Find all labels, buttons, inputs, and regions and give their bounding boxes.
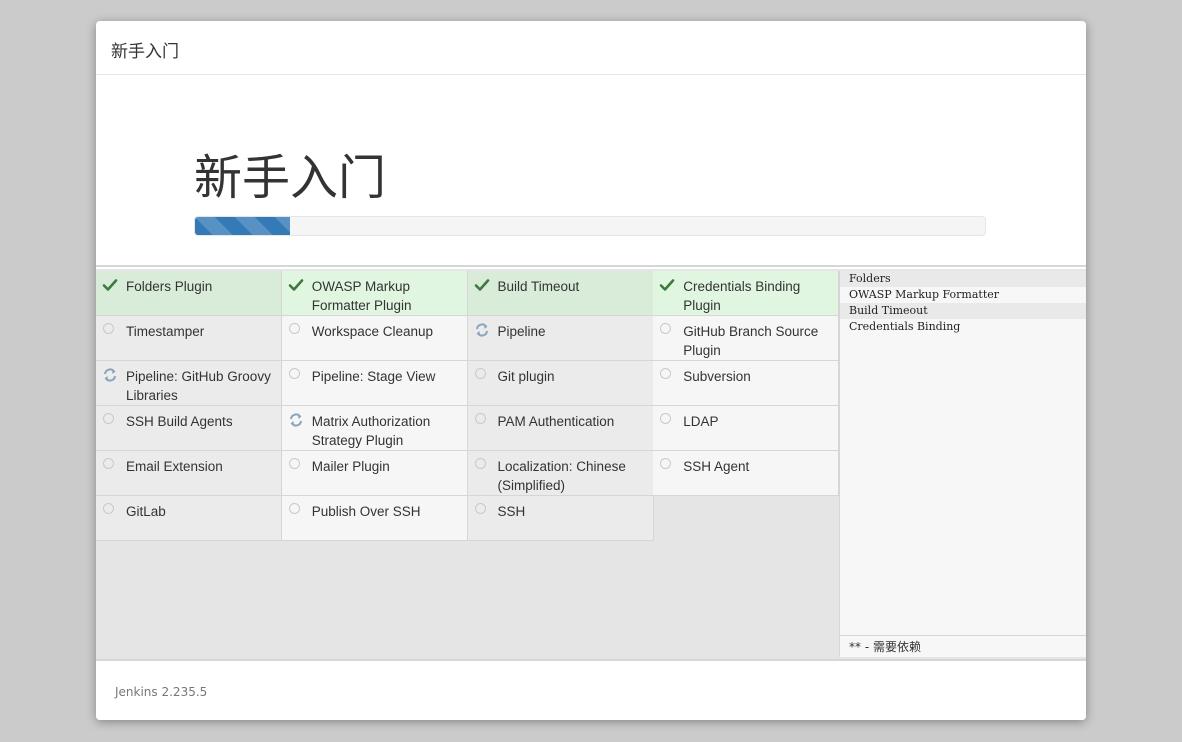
pending-circle-icon [474, 368, 486, 379]
install-log-panel[interactable]: Folders OWASP Markup Formatter Build Timeo… [839, 271, 1086, 657]
dialog-footer: Jenkins 2.235.5 [96, 659, 1086, 720]
plugin-item[interactable]: Mailer Plugin [281, 451, 468, 496]
plugin-item[interactable]: OWASP Markup Formatter Plugin [281, 271, 468, 316]
log-line: OWASP Markup Formatter [849, 288, 1000, 301]
plugin-item[interactable]: GitHub Branch Source Plugin [653, 316, 840, 361]
install-log-lines: Folders OWASP Markup Formatter Build Timeo… [840, 271, 1086, 335]
pending-circle-icon [660, 368, 672, 379]
plugin-item[interactable]: Publish Over SSH [281, 496, 468, 541]
pending-circle-icon [103, 323, 114, 334]
plugin-item[interactable]: Build Timeout [467, 271, 654, 316]
plugin-name: GitLab [126, 504, 166, 519]
hero-panel: 新手入门 [96, 75, 1086, 267]
plugin-item[interactable]: SSH [467, 496, 654, 541]
plugin-item[interactable]: Credentials Binding Plugin [653, 271, 840, 316]
pending-circle-icon [103, 458, 114, 469]
pending-circle-icon [660, 323, 672, 334]
plugin-item[interactable]: SSH Agent [653, 451, 840, 496]
plugin-name: OWASP Markup Formatter Plugin [311, 279, 412, 313]
setup-wizard-dialog: 新手入门 新手入门 Folders Plugin OWASP Markup For… [96, 21, 1086, 720]
plugin-item[interactable]: Matrix Authorization Strategy Plugin [281, 406, 468, 451]
plugin-name: SSH [497, 504, 526, 519]
plugin-item[interactable]: GitLab [96, 496, 282, 541]
log-line: Folders [840, 271, 1086, 287]
plugin-name: Subversion [683, 369, 751, 384]
jenkins-version: Jenkins 2.235.5 [115, 685, 208, 699]
plugin-name: Pipeline: GitHub Groovy Libraries [126, 369, 271, 403]
log-line: Credentials Binding [849, 320, 961, 333]
plugin-name: Mailer Plugin [311, 459, 390, 474]
plugin-name: SSH Build Agents [126, 414, 233, 429]
plugin-name: PAM Authentication [497, 414, 615, 429]
check-icon [288, 277, 304, 293]
plugin-item[interactable]: Localization: Chinese (Simplified) [467, 451, 654, 496]
plugin-install-area: Folders Plugin OWASP Markup Formatter Plu… [96, 269, 1086, 659]
install-progress-bar [194, 216, 986, 236]
plugin-name: Email Extension [126, 459, 223, 474]
plugin-item[interactable]: Pipeline: Stage View [281, 361, 468, 406]
page-title: 新手入门 [194, 150, 387, 206]
pending-circle-icon [103, 413, 114, 424]
plugin-item[interactable]: Git plugin [467, 361, 654, 406]
plugin-item[interactable]: Timestamper [96, 316, 282, 361]
plugin-item[interactable]: LDAP [653, 406, 840, 451]
plugin-name: Publish Over SSH [311, 504, 421, 519]
pending-circle-icon [660, 413, 672, 424]
plugin-name: Pipeline: Stage View [311, 369, 436, 384]
plugin-item[interactable]: PAM Authentication [467, 406, 654, 451]
plugin-item[interactable]: Subversion [653, 361, 840, 406]
pending-circle-icon [288, 323, 300, 334]
plugin-item[interactable]: Pipeline [467, 316, 654, 361]
plugin-name: Matrix Authorization Strategy Plugin [311, 414, 431, 448]
plugin-name: Timestamper [126, 324, 205, 339]
pending-circle-icon [474, 458, 486, 469]
pending-circle-icon [474, 413, 486, 424]
refresh-spinner-icon [474, 322, 490, 338]
plugin-name: GitHub Branch Source Plugin [683, 324, 819, 358]
plugin-name: Git plugin [497, 369, 555, 384]
plugin-name: Localization: Chinese (Simplified) [497, 459, 626, 493]
pending-circle-icon [474, 503, 486, 514]
plugin-item[interactable]: Folders Plugin [96, 271, 282, 316]
dialog-header: 新手入门 [96, 21, 1086, 75]
check-icon [102, 277, 118, 293]
plugin-item[interactable]: SSH Build Agents [96, 406, 282, 451]
plugin-name: Credentials Binding Plugin [683, 279, 801, 313]
refresh-spinner-icon [102, 367, 118, 383]
pending-circle-icon [288, 458, 300, 469]
pending-circle-icon [103, 503, 114, 514]
progress-fill [195, 217, 290, 235]
pending-circle-icon [288, 503, 300, 514]
check-icon [474, 277, 490, 293]
refresh-spinner-icon [288, 412, 304, 428]
plugin-item[interactable]: Email Extension [96, 451, 282, 496]
dependency-note: ** - 需要依赖 [840, 635, 1086, 657]
plugin-item[interactable]: Workspace Cleanup [281, 316, 468, 361]
plugin-name: SSH Agent [683, 459, 750, 474]
plugin-name: Build Timeout [497, 279, 580, 294]
log-line: Build Timeout [840, 303, 1086, 319]
plugin-item[interactable]: Pipeline: GitHub Groovy Libraries [96, 361, 282, 406]
plugin-name: Pipeline [497, 324, 546, 339]
check-icon [659, 277, 675, 293]
pending-circle-icon [660, 458, 672, 469]
pending-circle-icon [288, 368, 300, 379]
plugin-name: Workspace Cleanup [311, 324, 434, 339]
plugin-name: LDAP [683, 414, 719, 429]
plugin-name: Folders Plugin [126, 279, 213, 294]
